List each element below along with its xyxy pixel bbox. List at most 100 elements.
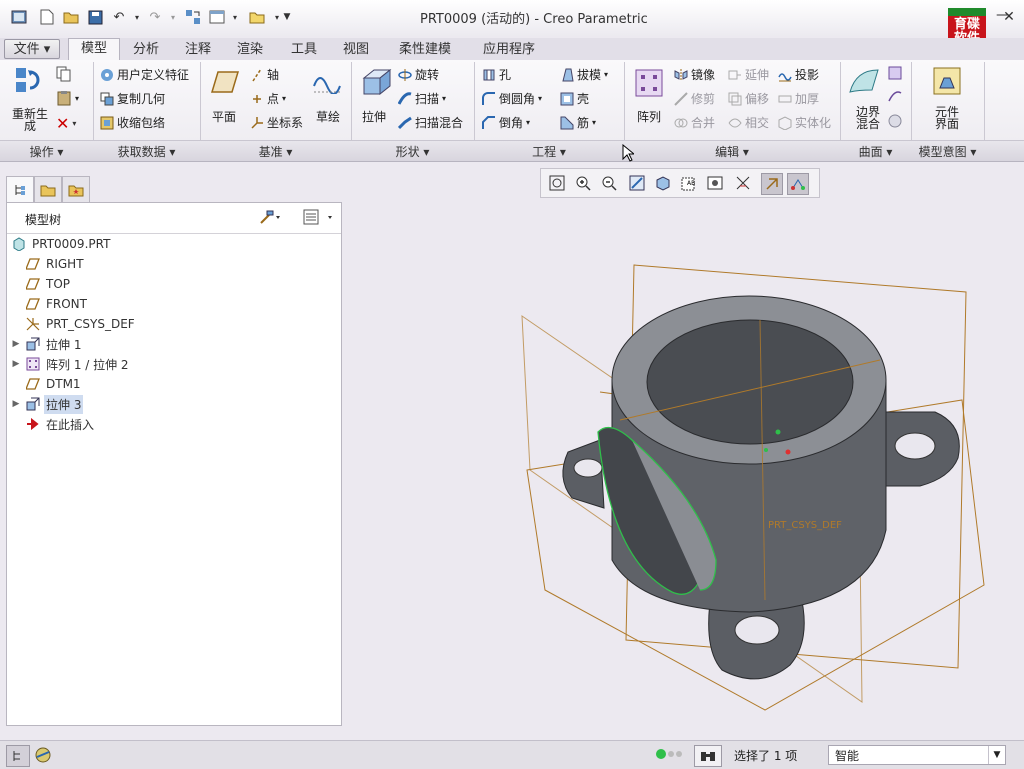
merge-button[interactable]: 合并 <box>674 114 715 131</box>
perspective-icon[interactable] <box>733 173 753 193</box>
tree-settings-icon[interactable] <box>259 209 281 228</box>
boundary-blend-big-icon[interactable] <box>848 66 880 99</box>
show-browser-icon[interactable] <box>32 745 54 765</box>
tree-item-part[interactable]: PRT0009.PRT <box>7 235 339 253</box>
tree-item-csys[interactable]: PRT_CSYS_DEF <box>7 315 339 333</box>
show-navigator-icon[interactable] <box>6 745 30 767</box>
shrinkwrap-button[interactable]: 收缩包络 <box>100 114 165 131</box>
component-interface-big-icon[interactable] <box>932 66 962 99</box>
draft-button[interactable]: 拔模 ▾ <box>560 66 608 83</box>
find-icon[interactable] <box>694 745 722 767</box>
windows-icon[interactable] <box>208 8 226 26</box>
extrude-big-icon[interactable] <box>360 66 392 101</box>
new-file-icon[interactable] <box>38 8 56 26</box>
folder-browser-tab[interactable] <box>34 176 62 204</box>
hole-button[interactable]: 孔 <box>482 66 511 83</box>
boundary-blend-button[interactable]: 边界混合 <box>851 106 885 130</box>
user-defined-feature-button[interactable]: 用户定义特征 <box>100 66 189 83</box>
regenerate-big-icon[interactable] <box>14 66 44 99</box>
refit-icon[interactable] <box>547 173 567 193</box>
tab-applications[interactable]: 应用程序 <box>474 40 544 59</box>
sweep-button[interactable]: 扫描 ▾ <box>397 90 446 107</box>
fill-surface-icon[interactable] <box>888 66 902 80</box>
model-tree-tab[interactable] <box>6 176 34 203</box>
save-icon[interactable] <box>86 8 104 26</box>
axis-button[interactable]: 轴 <box>250 66 279 83</box>
mirror-button[interactable]: 镜像 <box>674 66 715 83</box>
csys-button[interactable]: 坐标系 <box>250 114 303 131</box>
tree-item-right[interactable]: RIGHT <box>7 255 339 273</box>
tab-flexible-modeling[interactable]: 柔性建模 <box>390 40 460 59</box>
pattern-big-icon[interactable] <box>634 68 664 101</box>
selection-filter-select[interactable]: 智能 ▼ <box>828 745 1006 765</box>
graphics-window[interactable]: PRT_CSYS_DEF <box>341 200 1024 740</box>
plane-big-icon[interactable] <box>210 70 240 97</box>
group-engineering[interactable]: 工程 ▾ <box>474 143 624 160</box>
undo-icon[interactable]: ↶ <box>110 8 128 26</box>
tab-render[interactable]: 渲染 <box>230 40 270 59</box>
intersect-button[interactable]: 相交 <box>728 114 769 131</box>
expand-arrow-icon[interactable]: ▶ <box>7 339 25 349</box>
paste-icon[interactable]: ▾ <box>56 90 79 106</box>
window-close-icon[interactable]: ✕ <box>1002 10 1016 24</box>
group-operations[interactable]: 操作 ▾ <box>0 143 93 160</box>
tree-item-insert-here[interactable]: 在此插入 <box>7 415 339 433</box>
revolve-button[interactable]: 旋转 <box>398 66 439 83</box>
plane-button[interactable]: 平面 <box>212 108 236 125</box>
tab-view[interactable]: 视图 <box>336 40 376 59</box>
project-button[interactable]: 投影 <box>778 66 819 83</box>
pattern-button[interactable]: 阵列 <box>637 108 661 125</box>
group-surfaces[interactable]: 曲面 ▾ <box>840 143 911 160</box>
regenerate-icon[interactable] <box>184 8 202 26</box>
regenerate-button[interactable]: 重新生成 <box>10 108 50 132</box>
display-style-icon[interactable] <box>653 173 673 193</box>
favorites-tab[interactable] <box>62 176 90 204</box>
tree-item-front[interactable]: FRONT <box>7 295 339 313</box>
zoom-in-icon[interactable] <box>573 173 593 193</box>
thicken-button[interactable]: 加厚 <box>778 90 819 107</box>
close-window-icon[interactable] <box>248 8 266 26</box>
extend-button[interactable]: 延伸 <box>728 66 769 83</box>
customize-qat-icon[interactable]: ▼ <box>278 8 296 26</box>
tree-columns-icon[interactable] <box>303 209 335 228</box>
repaint-icon[interactable] <box>627 173 647 193</box>
expand-arrow-icon[interactable]: ▶ <box>7 399 25 409</box>
redo-icon[interactable]: ↷ <box>146 8 164 26</box>
group-editing[interactable]: 编辑 ▾ <box>624 143 840 160</box>
tab-annotate[interactable]: 注释 <box>178 40 218 59</box>
chamfer-button[interactable]: 倒角 ▾ <box>482 114 530 131</box>
tree-item-dtm1[interactable]: DTM1 <box>7 375 339 393</box>
offset-button[interactable]: 偏移 <box>728 90 769 107</box>
solidify-button[interactable]: 实体化 <box>778 114 831 131</box>
freestyle-sphere-icon[interactable] <box>888 114 902 128</box>
undo-dropdown-icon[interactable]: ▾ <box>128 8 146 26</box>
tab-file[interactable]: 文件 ▾ <box>4 39 60 59</box>
swept-blend-button[interactable]: 扫描混合 <box>397 114 463 131</box>
datum-display-icon[interactable] <box>761 173 783 195</box>
round-button[interactable]: 倒圆角 ▾ <box>482 90 542 107</box>
group-shapes[interactable]: 形状 ▾ <box>351 143 474 160</box>
extrude-button[interactable]: 拉伸 <box>362 108 386 125</box>
annotation-display-icon[interactable] <box>787 173 809 195</box>
delete-icon[interactable]: ✕ ▾ <box>56 114 76 133</box>
tab-model[interactable]: 模型 <box>68 38 120 61</box>
saved-orientations-icon[interactable]: AB <box>679 173 699 193</box>
tab-analysis[interactable]: 分析 <box>126 40 166 59</box>
zoom-out-icon[interactable] <box>599 173 619 193</box>
view-manager-icon[interactable] <box>705 173 725 193</box>
group-datum[interactable]: 基准 ▾ <box>200 143 351 160</box>
component-interface-button[interactable]: 元件界面 <box>932 106 962 130</box>
tree-item-extrude-1[interactable]: ▶ 拉伸 1 <box>7 335 339 353</box>
point-button[interactable]: 点 ▾ <box>250 90 286 107</box>
sketch-big-icon[interactable] <box>312 68 342 97</box>
group-model-intent[interactable]: 模型意图 ▾ <box>911 143 984 160</box>
windows-dropdown-icon[interactable]: ▾ <box>226 8 244 26</box>
redo-dropdown-icon[interactable]: ▾ <box>164 8 182 26</box>
rib-button[interactable]: 筋 ▾ <box>560 114 596 131</box>
open-folder-icon[interactable] <box>62 8 80 26</box>
chevron-down-icon[interactable]: ▼ <box>988 746 1005 764</box>
style-surface-icon[interactable] <box>888 90 902 104</box>
expand-arrow-icon[interactable]: ▶ <box>7 359 25 369</box>
shell-button[interactable]: 壳 <box>560 90 589 107</box>
tab-tools[interactable]: 工具 <box>284 40 324 59</box>
